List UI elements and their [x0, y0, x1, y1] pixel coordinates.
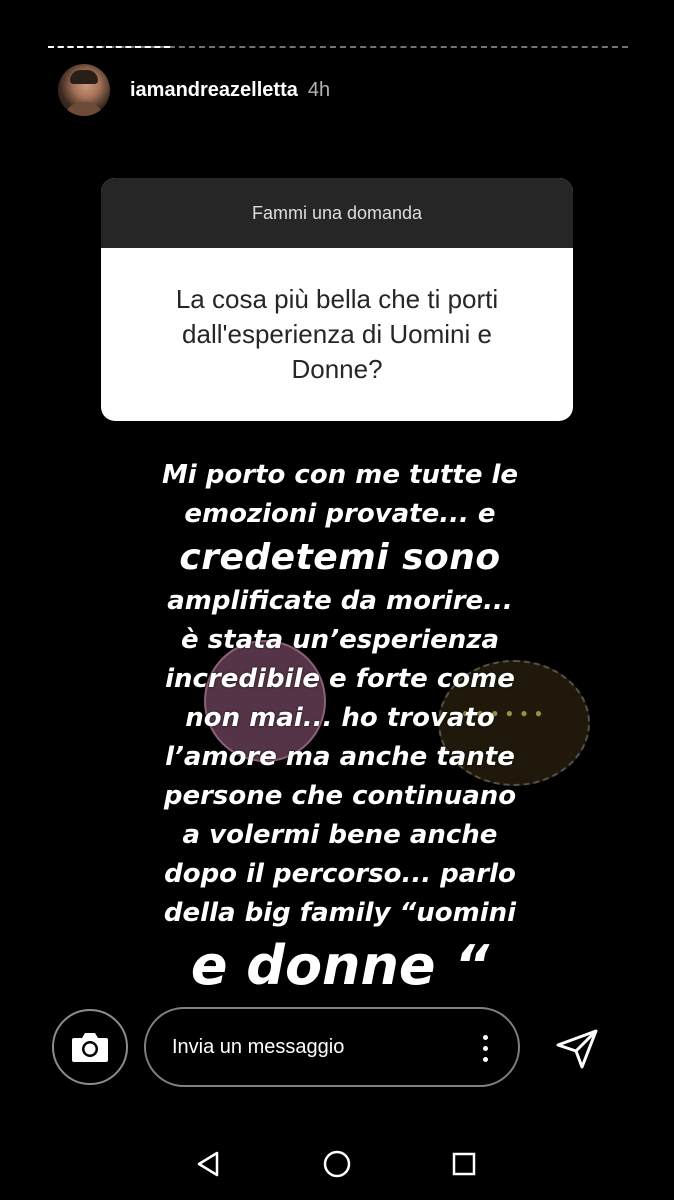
- story-progress-fill: [48, 46, 170, 51]
- recents-icon: [452, 1152, 476, 1176]
- story-header: iamandreazelletta 4h: [58, 64, 330, 116]
- camera-icon: [72, 1033, 108, 1062]
- nav-home-button[interactable]: [317, 1144, 357, 1184]
- answer-line: incredibile e forte come: [165, 664, 515, 694]
- answer-line: Mi porto con me tutte le: [161, 460, 519, 490]
- answer-line: della big family “uomini: [163, 898, 517, 928]
- back-icon: [197, 1151, 219, 1177]
- home-icon: [323, 1150, 351, 1178]
- message-input[interactable]: Invia un messaggio: [144, 1007, 520, 1087]
- username[interactable]: iamandreazelletta: [130, 79, 298, 102]
- answer-line: credetemi sono: [179, 537, 501, 578]
- answer-line: dopo il percorso... parlo: [164, 859, 516, 889]
- android-nav-bar: [0, 1130, 674, 1200]
- nav-recents-button[interactable]: [444, 1144, 484, 1184]
- reply-bar: Invia un messaggio: [0, 1005, 674, 1095]
- answer-line: amplificate da morire...: [167, 586, 513, 616]
- avatar-body: [64, 102, 104, 116]
- message-input-placeholder: Invia un messaggio: [172, 1035, 345, 1058]
- answer-line: e donne “: [190, 934, 490, 997]
- answer-text: Mi porto con me tutte le emozioni provat…: [120, 456, 560, 997]
- answer-line: emozioni provate... e: [184, 499, 496, 529]
- nav-back-button[interactable]: [188, 1144, 228, 1184]
- avatar-hair: [70, 70, 98, 84]
- camera-button[interactable]: [52, 1009, 128, 1085]
- answer-line: è stata un’esperienza: [181, 625, 499, 655]
- answer-line: non mai... ho trovato: [185, 703, 495, 733]
- send-button[interactable]: [554, 1025, 600, 1071]
- timestamp: 4h: [307, 78, 331, 101]
- send-icon: [556, 1029, 598, 1069]
- question-sticker-text: La cosa più bella che ti porti dall'espe…: [175, 284, 499, 384]
- more-vertical-icon[interactable]: [482, 1035, 488, 1063]
- answer-line: l’amore ma anche tante: [165, 742, 515, 772]
- answer-line: a volermi bene anche: [182, 820, 498, 850]
- question-sticker[interactable]: Fammi una domanda La cosa più bella che …: [101, 178, 573, 421]
- answer-line: persone che continuano: [163, 781, 517, 811]
- avatar[interactable]: [58, 64, 110, 116]
- question-sticker-title: Fammi una domanda: [101, 178, 573, 248]
